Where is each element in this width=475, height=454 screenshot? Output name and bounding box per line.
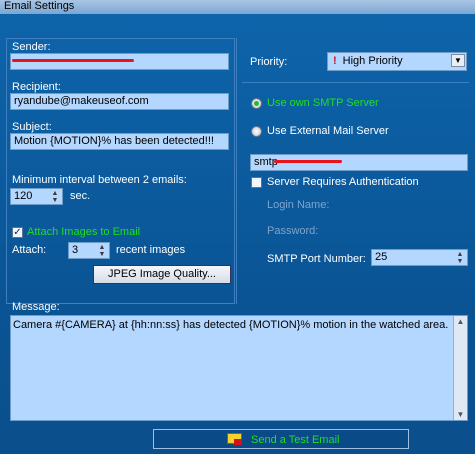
spin-down-icon[interactable]: ▼ [99, 251, 106, 258]
envelope-icon [227, 433, 242, 445]
subject-input[interactable]: Motion {MOTION}% has been detected!!! [10, 133, 229, 150]
recipient-label: Recipient: [12, 81, 61, 93]
sender-redaction-mark [12, 59, 134, 62]
message-label: Message: [12, 301, 60, 313]
message-textarea[interactable]: Camera #{CAMERA} at {hh:nn:ss} has detec… [10, 315, 468, 421]
password-label: Password: [267, 225, 319, 237]
interval-label: Minimum interval between 2 emails: [12, 174, 187, 186]
use-own-smtp-radio[interactable] [251, 98, 262, 109]
priority-separator [242, 82, 469, 83]
send-test-email-label: Send a Test Email [251, 434, 340, 446]
jpeg-quality-button[interactable]: JPEG Image Quality... [93, 265, 231, 284]
spin-down-icon[interactable]: ▼ [52, 197, 59, 204]
attach-suffix: recent images [116, 244, 186, 256]
use-external-server-label[interactable]: Use External Mail Server [267, 125, 389, 137]
auth-checkbox[interactable] [251, 177, 262, 188]
attach-label: Attach: [12, 244, 47, 256]
spin-up-icon[interactable]: ▲ [52, 190, 59, 197]
use-external-server-radio[interactable] [251, 126, 262, 137]
message-scrollbar[interactable]: ▲ ▼ [453, 316, 467, 420]
subject-label: Subject: [12, 121, 52, 133]
priority-label: Priority: [250, 56, 288, 68]
smtp-port-label: SMTP Port Number: [267, 253, 366, 265]
attach-spin-arrows[interactable]: ▲ ▼ [95, 243, 109, 258]
panel-divider [236, 38, 237, 304]
window-title: Email Settings [4, 0, 75, 12]
sender-label: Sender: [12, 41, 51, 53]
settings-panel: Sender: Recipient: ryandube@makeuseof.co… [0, 14, 475, 454]
interval-stepper[interactable]: 120 ▲ ▼ [10, 188, 63, 205]
attach-count-stepper[interactable]: 3 ▲ ▼ [68, 242, 110, 259]
spin-down-icon[interactable]: ▼ [457, 258, 464, 265]
scroll-up-icon[interactable]: ▲ [454, 317, 467, 326]
auth-label[interactable]: Server Requires Authentication [267, 176, 419, 188]
interval-unit: sec. [70, 190, 91, 202]
spin-up-icon[interactable]: ▲ [99, 244, 106, 251]
attach-images-checkbox[interactable]: ✓ [12, 227, 23, 238]
smtp-redaction-mark [274, 160, 342, 163]
scroll-down-icon[interactable]: ▼ [454, 410, 467, 419]
envelope-red-badge [234, 439, 242, 445]
use-own-smtp-label[interactable]: Use own SMTP Server [267, 97, 379, 109]
recipient-input[interactable]: ryandube@makeuseof.com [10, 93, 229, 110]
smtp-port-stepper[interactable]: 25 ▲ ▼ [371, 249, 468, 266]
attach-images-label[interactable]: Attach Images to Email [27, 226, 140, 238]
port-spin-arrows[interactable]: ▲ ▼ [453, 250, 467, 265]
priority-dropdown[interactable]: ! High Priority ▼ [327, 52, 467, 71]
title-bar: Email Settings [0, 0, 475, 14]
send-test-email-button[interactable]: Send a Test Email [153, 429, 409, 449]
interval-spin-arrows[interactable]: ▲ ▼ [48, 189, 62, 204]
chevron-down-icon[interactable]: ▼ [451, 54, 465, 67]
message-text: Camera #{CAMERA} at {hh:nn:ss} has detec… [13, 319, 449, 331]
login-name-label: Login Name: [267, 199, 330, 211]
spin-up-icon[interactable]: ▲ [457, 251, 464, 258]
priority-exclamation-icon: ! [333, 55, 337, 67]
